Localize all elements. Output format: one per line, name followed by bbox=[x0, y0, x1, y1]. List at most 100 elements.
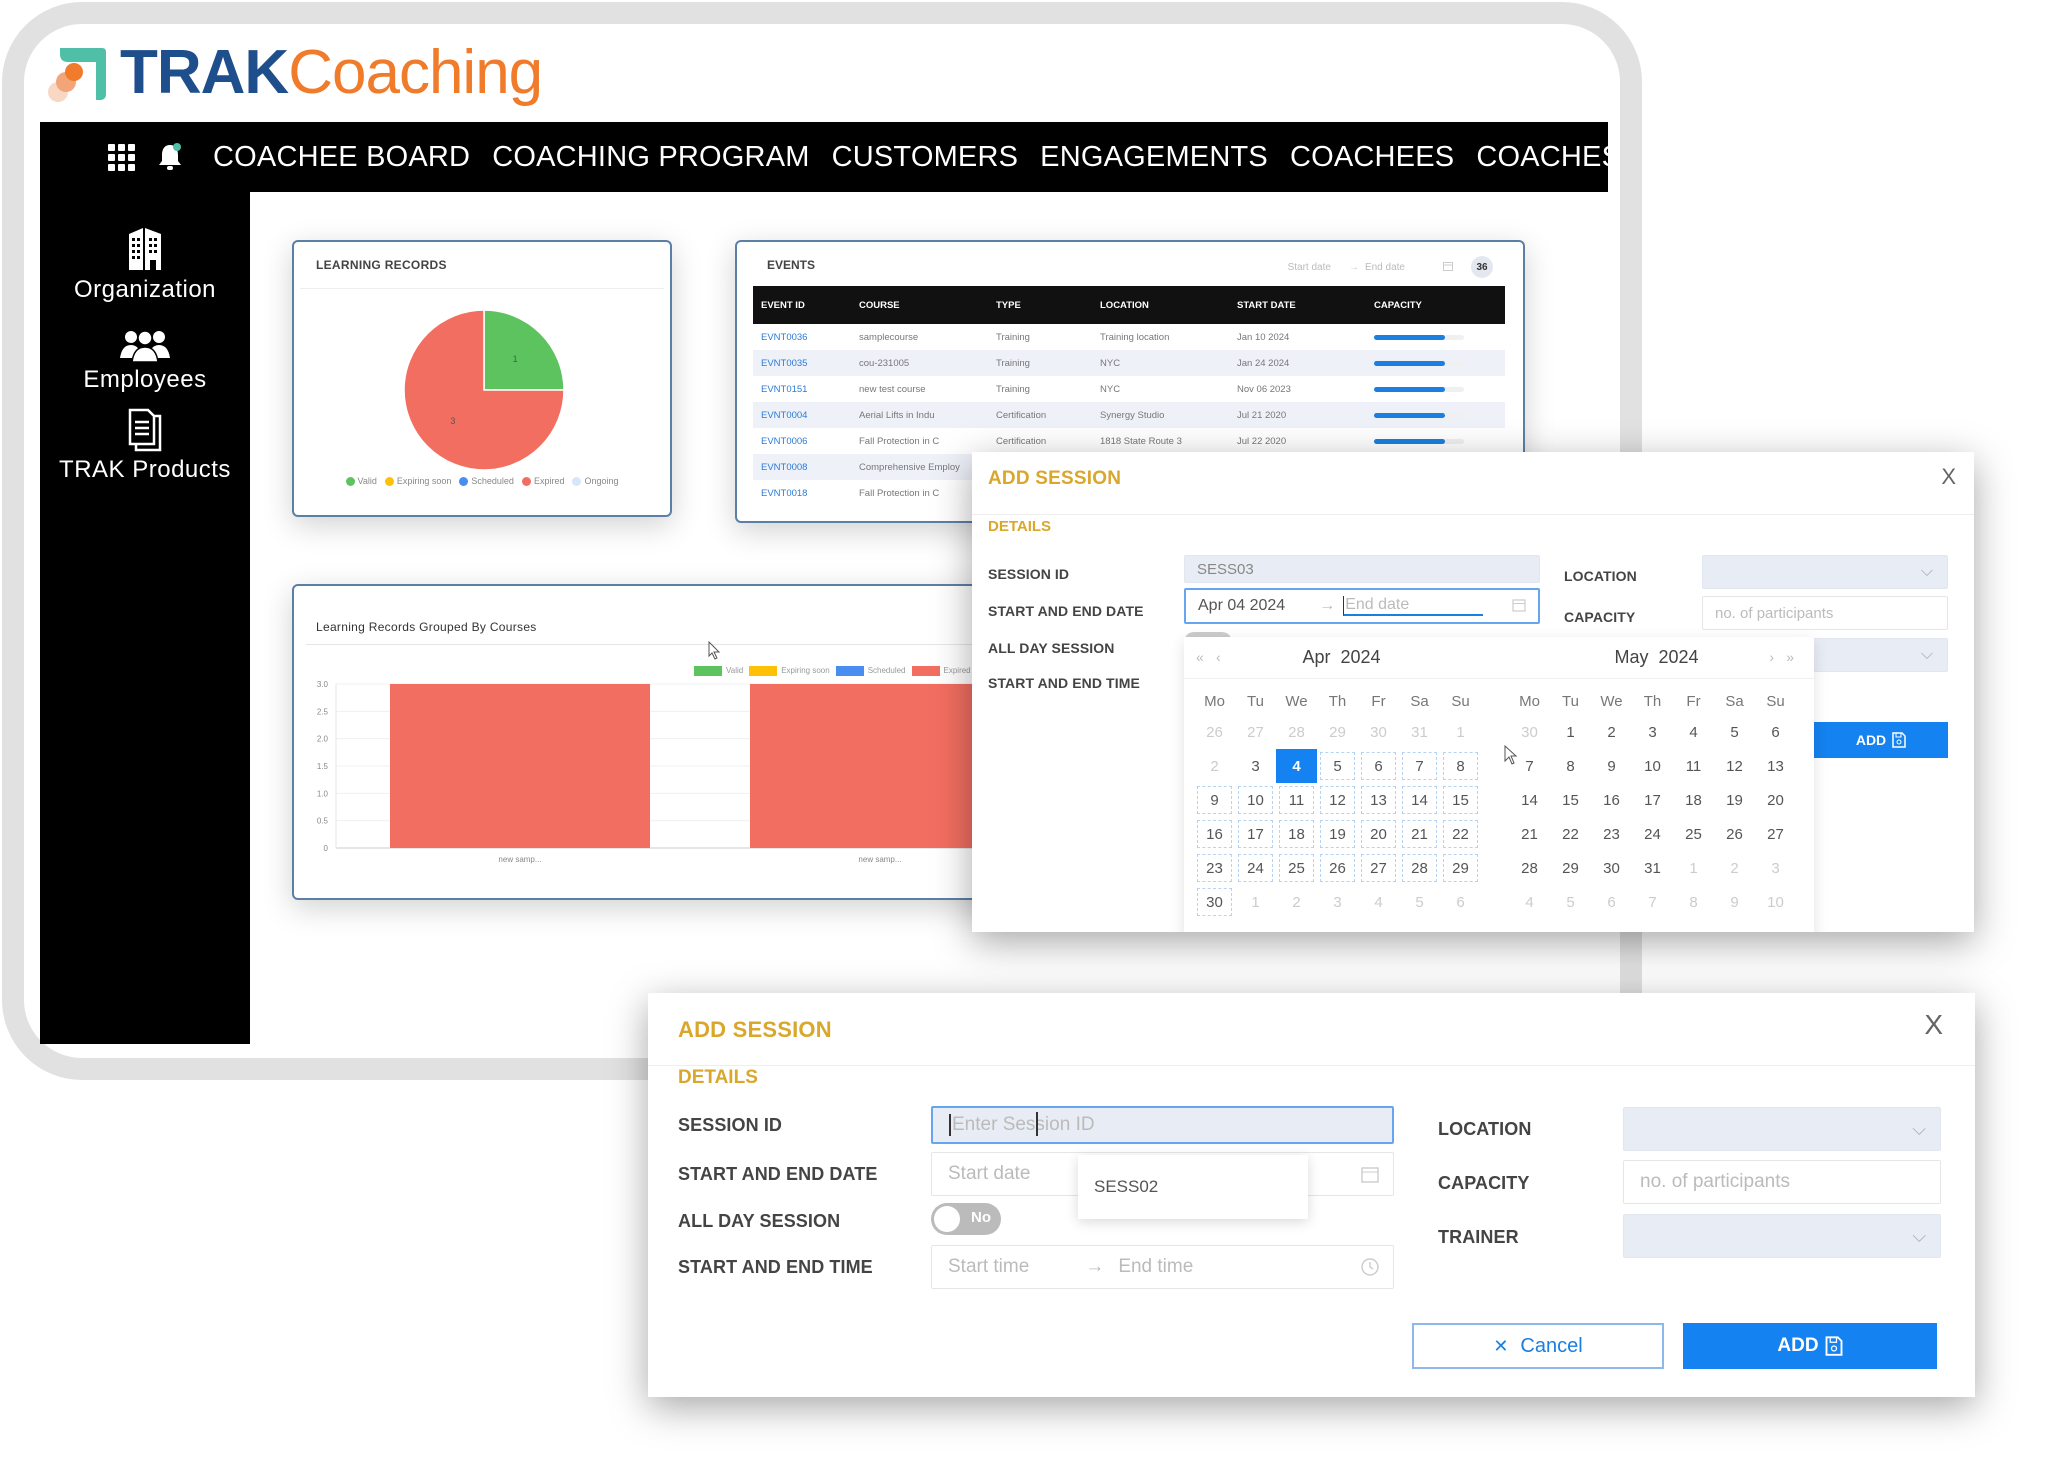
nav-coaches[interactable]: COACHES bbox=[1476, 141, 1621, 174]
calendar-day[interactable]: 26 bbox=[1194, 715, 1235, 749]
calendar-day[interactable]: 25 bbox=[1276, 851, 1317, 885]
calendar-day[interactable]: 31 bbox=[1632, 851, 1673, 885]
prev-month-icon[interactable]: ‹ bbox=[1216, 649, 1221, 665]
col-start-date[interactable]: START DATE bbox=[1229, 286, 1366, 324]
nav-customers[interactable]: CUSTOMERS bbox=[832, 141, 1019, 174]
trainer-select[interactable]: ⌵ bbox=[1623, 1214, 1941, 1258]
table-row[interactable]: EVNT0004 Aerial Lifts in Indu Certificatio… bbox=[753, 402, 1505, 428]
session-id-input[interactable]: Enter Session ID bbox=[931, 1106, 1394, 1144]
calendar-day[interactable]: 12 bbox=[1317, 783, 1358, 817]
calendar-day[interactable]: 3 bbox=[1755, 851, 1796, 885]
col-capacity[interactable]: CAPACITY bbox=[1366, 286, 1505, 324]
close-icon[interactable]: X bbox=[1941, 464, 1956, 490]
calendar-day[interactable]: 3 bbox=[1632, 715, 1673, 749]
legend-item-ongoing[interactable]: Ongoing bbox=[572, 476, 619, 486]
calendar-day[interactable]: 3 bbox=[1235, 749, 1276, 783]
calendar-day[interactable]: 8 bbox=[1673, 885, 1714, 919]
calendar-day[interactable]: 13 bbox=[1755, 749, 1796, 783]
calendar-day[interactable]: 25 bbox=[1673, 817, 1714, 851]
calendar-day[interactable]: 23 bbox=[1194, 851, 1235, 885]
calendar-day[interactable]: 2 bbox=[1714, 851, 1755, 885]
calendar-day[interactable]: 26 bbox=[1317, 851, 1358, 885]
calendar-day[interactable]: 20 bbox=[1755, 783, 1796, 817]
event-id-link[interactable]: EVNT0035 bbox=[753, 350, 851, 376]
event-id-link[interactable]: EVNT0006 bbox=[753, 428, 851, 454]
event-id-link[interactable]: EVNT0008 bbox=[753, 454, 851, 480]
calendar-day[interactable]: 22 bbox=[1440, 817, 1481, 851]
calendar-day[interactable]: 5 bbox=[1317, 749, 1358, 783]
calendar-day[interactable]: 31 bbox=[1399, 715, 1440, 749]
sidebar-item-trak-products[interactable]: TRAK Products bbox=[40, 408, 250, 484]
nav-coachees[interactable]: COACHEES bbox=[1290, 141, 1454, 174]
calendar-day[interactable]: 8 bbox=[1550, 749, 1591, 783]
legend-item-valid[interactable]: Valid bbox=[345, 476, 377, 486]
calendar-day[interactable]: 10 bbox=[1755, 885, 1796, 919]
calendar-icon[interactable] bbox=[1361, 1165, 1379, 1189]
calendar-day[interactable]: 2 bbox=[1194, 749, 1235, 783]
calendar-day[interactable]: 30 bbox=[1509, 715, 1550, 749]
apps-grid-icon[interactable] bbox=[108, 143, 135, 171]
calendar-day[interactable]: 16 bbox=[1194, 817, 1235, 851]
calendar-day[interactable]: 9 bbox=[1591, 749, 1632, 783]
calendar-day[interactable]: 2 bbox=[1276, 885, 1317, 919]
calendar-day[interactable]: 14 bbox=[1509, 783, 1550, 817]
legend-item-expired[interactable]: Expired bbox=[521, 476, 564, 486]
table-row[interactable]: EVNT0036 samplecourse Training Training loc… bbox=[753, 324, 1505, 350]
calendar-day[interactable]: 6 bbox=[1440, 885, 1481, 919]
calendar-day[interactable]: 5 bbox=[1399, 885, 1440, 919]
calendar-day[interactable]: 8 bbox=[1440, 749, 1481, 783]
calendar-day[interactable]: 2 bbox=[1591, 715, 1632, 749]
col-course[interactable]: COURSE bbox=[851, 286, 988, 324]
calendar-day[interactable]: 23 bbox=[1591, 817, 1632, 851]
capacity-input[interactable]: no. of participants bbox=[1702, 596, 1948, 630]
bar-expired[interactable] bbox=[750, 684, 1010, 848]
calendar-day[interactable]: 15 bbox=[1550, 783, 1591, 817]
event-id-link[interactable]: EVNT0036 bbox=[753, 324, 851, 350]
calendar-day[interactable]: 3 bbox=[1317, 885, 1358, 919]
table-row[interactable]: EVNT0006 Fall Protection in C Certificatio… bbox=[753, 428, 1505, 454]
calendar-day[interactable]: 18 bbox=[1276, 817, 1317, 851]
calendar-day[interactable]: 21 bbox=[1399, 817, 1440, 851]
calendar-day[interactable]: 27 bbox=[1755, 817, 1796, 851]
nav-coaching-program[interactable]: COACHING PROGRAM bbox=[492, 141, 809, 174]
all-day-toggle[interactable]: No bbox=[931, 1203, 1001, 1235]
calendar-day[interactable]: 14 bbox=[1399, 783, 1440, 817]
col-type[interactable]: TYPE bbox=[988, 286, 1092, 324]
calendar-day[interactable]: 29 bbox=[1440, 851, 1481, 885]
add-button[interactable]: ADD bbox=[1683, 1323, 1937, 1369]
calendar-day[interactable]: 30 bbox=[1358, 715, 1399, 749]
calendar-day[interactable]: 26 bbox=[1714, 817, 1755, 851]
next-month-icon[interactable]: › bbox=[1769, 649, 1774, 665]
prev-year-icon[interactable]: « bbox=[1196, 649, 1204, 665]
legend-item-expiring-soon[interactable]: Expiring soon bbox=[384, 476, 451, 486]
session-id-input[interactable]: SESS03 bbox=[1184, 555, 1540, 583]
calendar-day[interactable]: 28 bbox=[1276, 715, 1317, 749]
calendar-day[interactable]: 9 bbox=[1194, 783, 1235, 817]
calendar-day[interactable]: 20 bbox=[1358, 817, 1399, 851]
sidebar-item-employees[interactable]: Employees bbox=[40, 324, 250, 394]
calendar-day[interactable]: 10 bbox=[1632, 749, 1673, 783]
calendar-icon[interactable] bbox=[1512, 598, 1526, 617]
clock-icon[interactable] bbox=[1361, 1258, 1379, 1282]
col-event-id[interactable]: EVENT ID bbox=[753, 286, 851, 324]
calendar-day[interactable]: 5 bbox=[1550, 885, 1591, 919]
location-select[interactable]: ⌵ bbox=[1623, 1107, 1941, 1151]
nav-engagements[interactable]: ENGAGEMENTS bbox=[1040, 141, 1268, 174]
calendar-day[interactable]: 27 bbox=[1358, 851, 1399, 885]
col-location[interactable]: LOCATION bbox=[1092, 286, 1229, 324]
calendar-day[interactable]: 24 bbox=[1235, 851, 1276, 885]
calendar-day[interactable]: 28 bbox=[1399, 851, 1440, 885]
calendar-day[interactable]: 19 bbox=[1714, 783, 1755, 817]
calendar-day[interactable]: 7 bbox=[1632, 885, 1673, 919]
calendar-icon[interactable] bbox=[1443, 261, 1453, 274]
calendar-day[interactable]: 4 bbox=[1673, 715, 1714, 749]
calendar-day[interactable]: 29 bbox=[1317, 715, 1358, 749]
calendar-day[interactable]: 4 bbox=[1358, 885, 1399, 919]
start-end-time-input[interactable]: Start time → End time bbox=[931, 1245, 1394, 1289]
calendar-day[interactable]: 12 bbox=[1714, 749, 1755, 783]
pie-slice-valid[interactable] bbox=[483, 309, 565, 391]
calendar-day[interactable]: 17 bbox=[1235, 817, 1276, 851]
calendar-day[interactable]: 6 bbox=[1591, 885, 1632, 919]
calendar-day[interactable]: 27 bbox=[1235, 715, 1276, 749]
calendar-day[interactable]: 7 bbox=[1399, 749, 1440, 783]
